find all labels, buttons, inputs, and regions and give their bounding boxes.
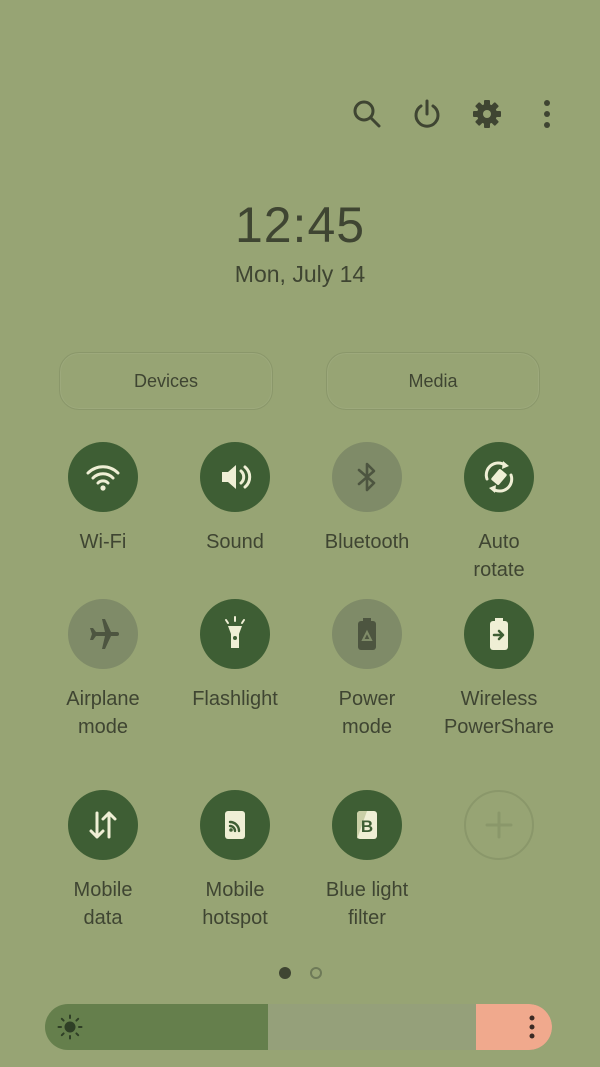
- top-actions: [340, 92, 570, 136]
- tile-label: Sound: [206, 531, 264, 553]
- tile-label: Mobile hotspot: [202, 879, 268, 929]
- more-vert-icon: [529, 1015, 535, 1039]
- page-dot-active[interactable]: [279, 967, 291, 979]
- tile-label: Blue light filter: [325, 879, 409, 929]
- tile-label: Wireless PowerShare: [443, 688, 555, 738]
- flashlight-icon: [200, 599, 270, 669]
- tile-bluetooth[interactable]: Bluetooth: [301, 442, 433, 556]
- tile-label: Airplane mode: [66, 688, 140, 738]
- data-arrows-icon: [68, 790, 138, 860]
- page-dot[interactable]: [310, 967, 322, 979]
- hotspot-icon: [200, 790, 270, 860]
- blue-light-icon: B: [332, 790, 402, 860]
- battery-recycle-icon: [332, 599, 402, 669]
- battery-share-icon: [464, 599, 534, 669]
- brightness-more[interactable]: [476, 1004, 552, 1050]
- tile-blue-light-filter[interactable]: B Blue light filter: [301, 790, 433, 932]
- tile-flashlight[interactable]: Flashlight: [169, 599, 301, 713]
- tile-power-mode[interactable]: Power mode: [301, 599, 433, 741]
- tile-mobile-data[interactable]: Mobile data: [37, 790, 169, 932]
- auto-rotate-icon: [464, 442, 534, 512]
- power-icon[interactable]: [405, 92, 449, 136]
- tile-label: Mobile data: [73, 879, 133, 929]
- volume-icon: [200, 442, 270, 512]
- brightness-slider[interactable]: [45, 1004, 552, 1050]
- page-indicator: [0, 967, 600, 981]
- wifi-icon: [68, 442, 138, 512]
- bluetooth-icon: [332, 442, 402, 512]
- add-icon: [464, 790, 534, 860]
- clock-date[interactable]: Mon, July 14: [0, 261, 600, 288]
- more-vert-icon[interactable]: [525, 92, 569, 136]
- tile-label: Bluetooth: [324, 531, 410, 553]
- tile-label: Wi-Fi: [79, 531, 127, 553]
- search-icon[interactable]: [345, 92, 389, 136]
- airplane-icon: [68, 599, 138, 669]
- tile-wireless-powershare[interactable]: Wireless PowerShare: [433, 599, 565, 741]
- tile-wifi[interactable]: Wi-Fi: [37, 442, 169, 556]
- media-button[interactable]: Media: [326, 352, 540, 410]
- tile-add[interactable]: [433, 790, 565, 876]
- clock-time[interactable]: 12:45: [0, 196, 600, 254]
- gear-icon[interactable]: [465, 92, 509, 136]
- tile-auto-rotate[interactable]: Auto rotate: [433, 442, 565, 584]
- tile-sound[interactable]: Sound: [169, 442, 301, 556]
- sun-icon: [57, 1014, 83, 1040]
- svg-text:B: B: [361, 817, 373, 836]
- tile-label: Flashlight: [192, 688, 278, 710]
- tile-label: Auto rotate: [473, 531, 525, 581]
- devices-button[interactable]: Devices: [59, 352, 273, 410]
- tile-label: Power mode: [338, 688, 396, 738]
- tile-airplane-mode[interactable]: Airplane mode: [37, 599, 169, 741]
- tile-mobile-hotspot[interactable]: Mobile hotspot: [169, 790, 301, 932]
